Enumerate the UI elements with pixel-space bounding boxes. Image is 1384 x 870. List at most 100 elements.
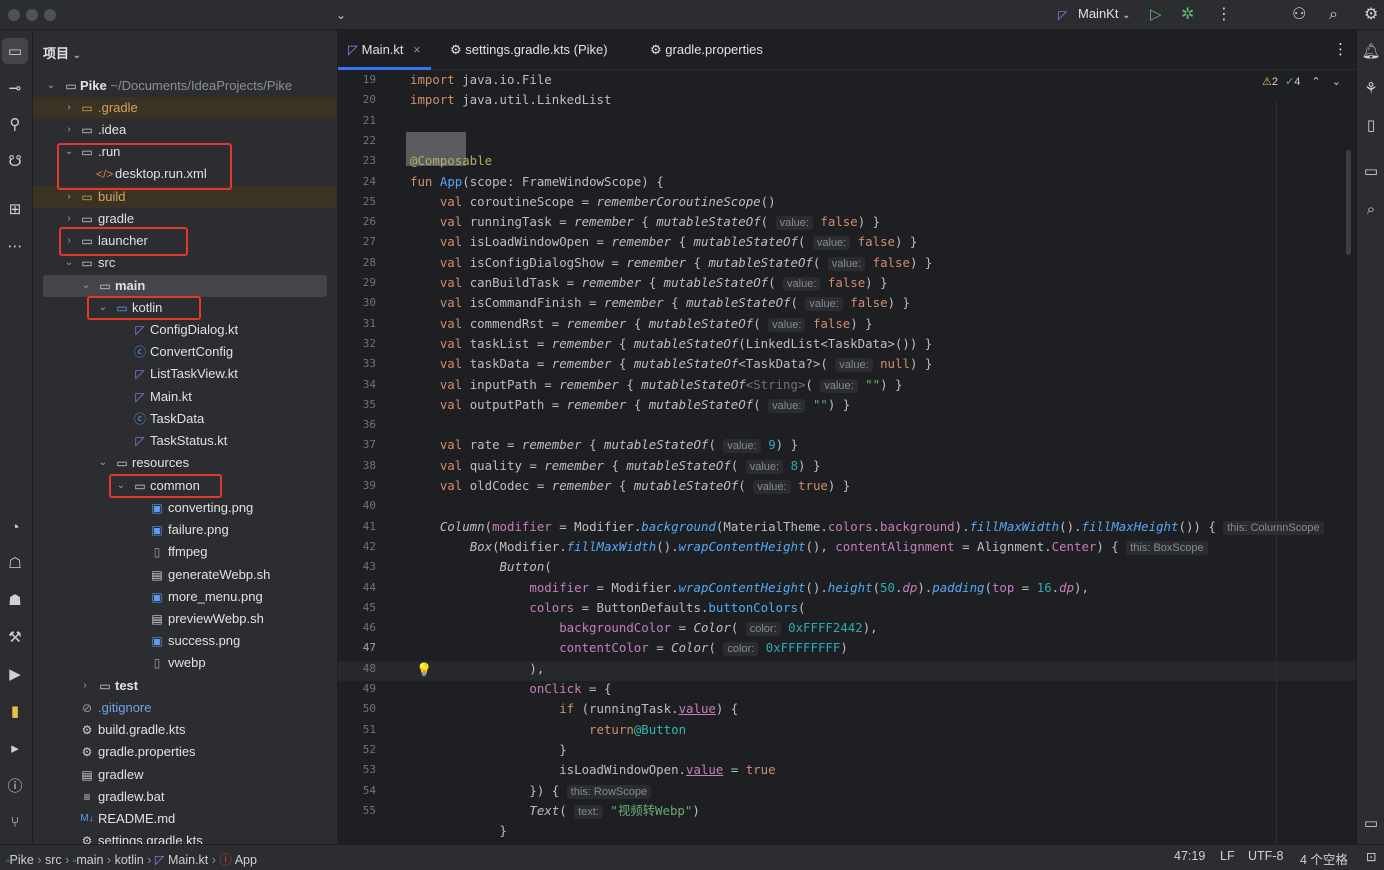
tree-item[interactable]: › ▭ test: [33, 675, 337, 697]
chevron-down-icon[interactable]: ⌄: [336, 4, 346, 26]
chevron-down-icon[interactable]: ⌄: [1332, 76, 1341, 88]
chevron-up-icon[interactable]: ⌃: [1311, 76, 1320, 88]
close-window-button[interactable]: [8, 9, 20, 21]
logcat-tool-icon[interactable]: ☗: [2, 587, 28, 613]
breadcrumb-item[interactable]: Main.kt: [168, 853, 208, 867]
tree-item[interactable]: ⓒ TaskData: [33, 408, 337, 430]
modules-tool-icon[interactable]: ⊞: [2, 196, 28, 222]
tree-root[interactable]: ⌄ ▭ Pike ~/Documents/IdeaProjects/Pike: [33, 75, 337, 97]
file-encoding[interactable]: UTF-8: [1248, 849, 1283, 863]
line-separator[interactable]: LF: [1220, 849, 1235, 863]
tree-item[interactable]: ▣ converting.png: [33, 497, 337, 519]
image-file-icon: ▣: [151, 590, 163, 604]
notifications-icon[interactable]: 🔔︎: [1358, 38, 1384, 64]
class-icon: ⓒ: [133, 412, 146, 426]
more-tools-icon[interactable]: ⋯: [2, 233, 28, 259]
lock-icon[interactable]: ⊡: [1366, 849, 1376, 864]
tree-item[interactable]: ⊘ .gitignore: [33, 697, 337, 719]
breadcrumb-item[interactable]: App: [235, 853, 257, 867]
folder-icon: ▭: [81, 101, 93, 115]
search-icon[interactable]: ⌕: [1329, 4, 1338, 26]
ok-count: 4: [1294, 76, 1301, 88]
maximize-window-button[interactable]: [44, 9, 56, 21]
lightbulb-icon[interactable]: 💡: [416, 662, 432, 678]
code-editor[interactable]: 19 20 21 22 23 24 25 26 27 28 29 30 31 32 33 34 35 36 37 38…: [338, 70, 1356, 844]
add-user-icon[interactable]: ⚇: [1292, 4, 1306, 26]
tree-item[interactable]: ▣ failure.png: [33, 519, 337, 541]
build-tool-icon[interactable]: ⚒: [2, 624, 28, 650]
indent-setting[interactable]: 4 个空格: [1300, 849, 1348, 868]
line-number: 21: [362, 113, 376, 127]
tree-item[interactable]: › ▭ .gradle: [33, 97, 337, 119]
folder-icon: ▭: [81, 123, 93, 137]
tree-item[interactable]: ⚙ settings.gradle.kts: [33, 830, 337, 844]
tree-item[interactable]: ▯ ffmpeg: [33, 541, 337, 563]
root-path: ~/Documents/IdeaProjects/Pike: [110, 78, 293, 93]
tree-item[interactable]: › ▭ .idea: [33, 119, 337, 141]
breadcrumb-item[interactable]: src: [45, 853, 62, 867]
structure-tool-icon[interactable]: ⚲: [2, 111, 28, 137]
scrollbar-thumb[interactable]: [1346, 150, 1351, 255]
tree-item[interactable]: ▤ previewWebp.sh: [33, 608, 337, 630]
tab-settings-gradle[interactable]: ⚙ settings.gradle.kts (Pike): [450, 30, 608, 70]
tree-item[interactable]: ≡ gradlew.bat: [33, 786, 337, 808]
profiler-tool-icon[interactable]: ◔: [2, 514, 28, 540]
lint-tool-icon[interactable]: ▮: [2, 698, 28, 724]
caret-position[interactable]: 47:19: [1174, 849, 1205, 863]
git-tool-icon[interactable]: ⑂: [2, 809, 28, 835]
project-tool-icon[interactable]: ▭: [2, 38, 28, 64]
commit-tool-icon[interactable]: ⊸: [2, 75, 28, 101]
tree-item[interactable]: ⌄ ▭ resources: [33, 452, 337, 474]
gear-icon[interactable]: ⚙: [1364, 4, 1378, 26]
gradle-file-icon: ⚙: [81, 834, 93, 844]
tree-item[interactable]: M↓ README.md: [33, 808, 337, 830]
minimize-window-button[interactable]: [26, 9, 38, 21]
services-tool-icon[interactable]: ▶: [2, 661, 28, 687]
inspection-widget[interactable]: ⚠2 ✓4 ⌃ ⌄: [1262, 75, 1341, 88]
line-number: 46: [362, 621, 376, 635]
close-icon[interactable]: ×: [413, 42, 421, 57]
code-line: val isCommandFinish = remember { mutable…: [439, 295, 910, 312]
tree-item[interactable]: ⓒ ConvertConfig: [33, 341, 337, 363]
line-number: 26: [362, 215, 376, 229]
status-bar: ▫Pike › src › ▫main › kotlin › ◸ Main.kt…: [0, 844, 1384, 870]
run-configuration-select[interactable]: MainKt ⌄: [1078, 6, 1130, 21]
running-devices-icon[interactable]: ▭: [1358, 158, 1384, 184]
tab-label: gradle.properties: [665, 42, 763, 57]
breadcrumb-item[interactable]: kotlin: [115, 853, 144, 867]
tab-main-kt[interactable]: ◸ Main.kt ×: [338, 30, 431, 70]
problems-tool-icon[interactable]: ⓘ: [2, 772, 28, 798]
breadcrumb-item[interactable]: Pike: [10, 853, 34, 867]
tree-item[interactable]: ▯ vwebp: [33, 652, 337, 674]
tree-item-label: test: [115, 678, 139, 693]
more-icon[interactable]: ⋮: [1216, 4, 1232, 26]
tree-item[interactable]: ◸ TaskStatus.kt: [33, 430, 337, 452]
tree-item[interactable]: ⚙ build.gradle.kts: [33, 719, 337, 741]
tree-item[interactable]: ▣ more_menu.png: [33, 586, 337, 608]
device-tool-icon[interactable]: ☖: [2, 550, 28, 576]
tree-item-selected[interactable]: ⌄ ▭ main: [43, 275, 327, 297]
tree-item[interactable]: ⚙ gradle.properties: [33, 741, 337, 763]
tree-item[interactable]: ◸ Main.kt: [33, 386, 337, 408]
tab-gradle-properties[interactable]: ⚙ gradle.properties: [650, 30, 763, 70]
tree-item[interactable]: ▤ gradlew: [33, 764, 337, 786]
device-manager-icon[interactable]: ▯: [1358, 112, 1384, 138]
android-tool-icon[interactable]: ☋: [2, 148, 28, 174]
chevron-right-icon: ›: [67, 102, 71, 113]
tree-item[interactable]: ▤ generateWebp.sh: [33, 564, 337, 586]
device-explorer-icon[interactable]: ⌕: [1358, 196, 1384, 222]
emulator-icon[interactable]: ▭: [1358, 810, 1384, 836]
breadcrumb-item[interactable]: main: [76, 853, 103, 867]
tree-item[interactable]: ▣ success.png: [33, 630, 337, 652]
markdown-file-icon: M↓: [80, 813, 94, 824]
more-icon[interactable]: ⋮: [1333, 30, 1348, 70]
tree-item-label: converting.png: [168, 500, 254, 515]
tree-item[interactable]: ◸ ListTaskView.kt: [33, 363, 337, 385]
tree-item[interactable]: ◸ ConfigDialog.kt: [33, 319, 337, 341]
project-view-selector[interactable]: 项目 ⌄: [43, 43, 81, 62]
run-icon[interactable]: ▷: [1150, 4, 1162, 26]
shell-script-icon: ▤: [151, 612, 163, 626]
gradle-tool-icon[interactable]: ⚘: [1358, 75, 1384, 101]
terminal-tool-icon[interactable]: ▸: [2, 735, 28, 761]
debug-icon[interactable]: ✲: [1181, 4, 1194, 26]
